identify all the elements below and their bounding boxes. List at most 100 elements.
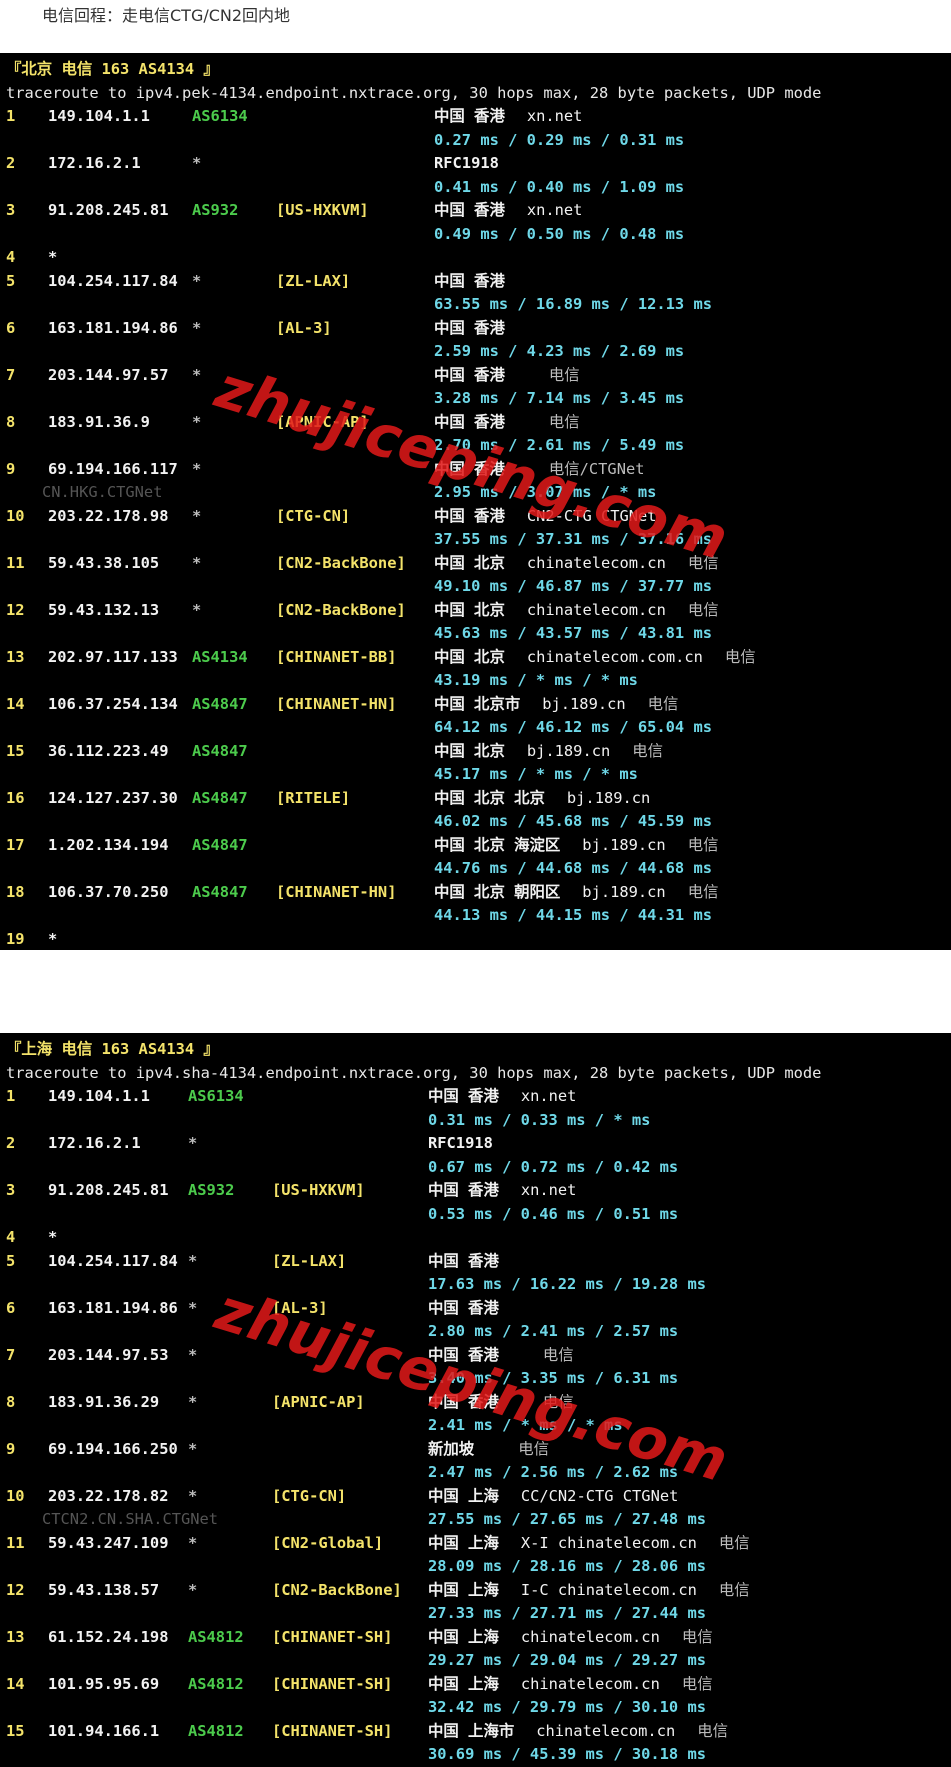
hop-asn: AS4847 bbox=[192, 694, 248, 713]
hop-isp: 电信 bbox=[687, 600, 719, 619]
hop-number: 7 bbox=[6, 1345, 16, 1364]
hop-row: 13 61.152.24.198 AS4812 [CHINANET-SH] 中国 上海 c… bbox=[6, 1626, 951, 1650]
hop-rtt: 30.69 ms / 45.39 ms / 30.18 ms bbox=[428, 1745, 706, 1763]
hop-rtt-row: 3.40 ms / 3.35 ms / 6.31 ms bbox=[6, 1367, 951, 1391]
hop-number: 2 bbox=[6, 154, 16, 172]
hop-asn: AS4847 bbox=[192, 835, 248, 854]
hop-asn: AS6134 bbox=[192, 107, 248, 125]
hop-network-tag: [CTG-CN] bbox=[276, 506, 351, 525]
hop-asn: * bbox=[188, 1392, 198, 1411]
hop-location: 中国 北京 北京 bj.189.cn bbox=[434, 787, 672, 811]
hop-ip: * bbox=[48, 929, 58, 948]
hop-network-tag: [CN2-BackBone] bbox=[272, 1580, 402, 1599]
hop-rtt-row: 27.33 ms / 27.71 ms / 27.44 ms bbox=[6, 1602, 951, 1626]
hop-host: CC/CN2-CTG CTGNet bbox=[520, 1486, 679, 1505]
hop-network-tag: [ZL-LAX] bbox=[276, 271, 351, 290]
hop-number: 12 bbox=[6, 1580, 25, 1599]
hop-geo: 中国 香港 bbox=[428, 1087, 499, 1105]
hop-network-tag: [AL-3] bbox=[272, 1298, 328, 1317]
hop-host: bj.189.cn bbox=[582, 882, 666, 901]
hop-location: 中国 香港 bbox=[434, 270, 549, 294]
hop-network-tag: [CHINANET-SH] bbox=[272, 1674, 393, 1693]
hop-asn: * bbox=[188, 1251, 198, 1270]
hop-location: 中国 北京 bj.189.cn 电信 bbox=[434, 740, 663, 764]
hop-isp: 电信 bbox=[687, 882, 719, 901]
hop-location: 中国 北京 chinatelecom.cn 电信 bbox=[434, 599, 719, 623]
hop-ip: 69.194.166.117 bbox=[48, 459, 178, 478]
hop-rtt: 3.40 ms / 3.35 ms / 6.31 ms bbox=[428, 1369, 679, 1387]
hop-rtt: 3.28 ms / 7.14 ms / 3.45 ms bbox=[434, 389, 685, 407]
hop-geo: 中国 北京市 bbox=[434, 694, 521, 713]
hop-number: 9 bbox=[6, 1439, 16, 1458]
hop-rtt: 2.59 ms / 4.23 ms / 2.69 ms bbox=[434, 342, 685, 360]
hop-geo: 中国 香港 bbox=[434, 506, 505, 525]
hop-network-tag: [APNIC-AP] bbox=[272, 1392, 365, 1411]
hop-asn: * bbox=[192, 600, 202, 619]
hop-number: 7 bbox=[6, 365, 16, 384]
hop-host: X-I chinatelecom.cn bbox=[520, 1533, 697, 1552]
hop-number: 4 bbox=[6, 248, 16, 266]
hop-geo: 中国 上海市 bbox=[428, 1721, 515, 1740]
hop-isp: 电信 bbox=[718, 1533, 750, 1552]
hop-location: 中国 香港 电信 bbox=[434, 364, 580, 388]
hop-geo: 中国 香港 bbox=[434, 412, 505, 431]
hop-location: 中国 上海 X-I chinatelecom.cn 电信 bbox=[428, 1532, 750, 1556]
hop-network-tag: [RITELE] bbox=[276, 788, 351, 807]
hop-row: 6 163.181.194.86 * [AL-3] 中国 香港 bbox=[6, 1297, 951, 1321]
hop-rtt-row: 64.12 ms / 46.12 ms / 65.04 ms bbox=[6, 716, 951, 740]
hop-geo: 中国 上海 bbox=[428, 1533, 499, 1552]
hop-geo: 中国 北京 bbox=[434, 553, 505, 572]
hop-number: 16 bbox=[6, 788, 25, 807]
hop-row: 6 163.181.194.86 * [AL-3] 中国 香港 bbox=[6, 317, 951, 341]
hop-network-tag: [CN2-BackBone] bbox=[276, 553, 406, 572]
hop-asn: * bbox=[188, 1533, 198, 1552]
hop-number: 11 bbox=[6, 1533, 25, 1552]
hop-row: 4 * bbox=[6, 1226, 951, 1250]
hop-asn: AS4812 bbox=[188, 1721, 244, 1740]
hop-asn: AS4847 bbox=[192, 882, 248, 901]
hop-number: 10 bbox=[6, 1486, 25, 1505]
hop-rtt-row: 29.27 ms / 29.04 ms / 29.27 ms bbox=[6, 1649, 951, 1673]
hop-rtt: 49.10 ms / 46.87 ms / 37.77 ms bbox=[434, 577, 712, 595]
hop-rtt-row: 44.13 ms / 44.15 ms / 44.31 ms bbox=[6, 904, 951, 928]
hop-rtt: 0.31 ms / 0.33 ms / * ms bbox=[428, 1110, 651, 1129]
hop-rtt-row: 0.31 ms / 0.33 ms / * ms bbox=[6, 1109, 951, 1133]
hop-ptr-name: CTCN2.CN.SHA.CTGNet bbox=[42, 1510, 219, 1528]
hop-asn: AS4847 bbox=[192, 788, 248, 807]
hop-network-tag: [AL-3] bbox=[276, 318, 332, 337]
trace-header: 『北京 电信 163 AS4134 』 bbox=[6, 60, 219, 78]
hop-host: bj.189.cn bbox=[526, 741, 611, 760]
hop-geo: 新加坡 bbox=[428, 1439, 475, 1458]
hop-asn: * bbox=[188, 1486, 198, 1505]
hop-asn: AS932 bbox=[192, 201, 239, 219]
hop-number: 10 bbox=[6, 506, 25, 525]
hop-isp: 电信/CTGNet bbox=[548, 459, 645, 478]
hop-rtt: 29.27 ms / 29.04 ms / 29.27 ms bbox=[428, 1651, 706, 1669]
hop-geo: RFC1918 bbox=[434, 154, 499, 172]
hop-rtt-row: 0.67 ms / 0.72 ms / 0.42 ms bbox=[6, 1156, 951, 1180]
hop-ip: 124.127.237.30 bbox=[48, 788, 178, 807]
hop-host: chinatelecom.cn bbox=[520, 1627, 660, 1646]
traceroute-terminal-beijing: 『北京 电信 163 AS4134 』 traceroute to ipv4.p… bbox=[0, 53, 951, 950]
hop-ip: * bbox=[48, 1228, 58, 1246]
hop-asn: AS4847 bbox=[192, 741, 248, 760]
hop-host: chinatelecom.com.cn bbox=[526, 647, 703, 666]
hop-row: 5 104.254.117.84 * [ZL-LAX] 中国 香港 bbox=[6, 270, 951, 294]
hop-location: 中国 北京市 bj.189.cn 电信 bbox=[434, 693, 678, 717]
hop-geo: 中国 香港 bbox=[428, 1251, 499, 1270]
hop-location: 中国 香港 xn.net bbox=[434, 105, 604, 129]
hop-rtt: 2.41 ms / * ms / * ms bbox=[428, 1416, 623, 1434]
hop-isp: 电信 bbox=[724, 647, 756, 666]
hop-number: 14 bbox=[6, 694, 25, 713]
hop-location: 中国 香港 CN2-CTG CTGNet bbox=[434, 505, 679, 529]
hop-rtt: 2.80 ms / 2.41 ms / 2.57 ms bbox=[428, 1322, 679, 1340]
hop-host: xn.net bbox=[520, 1181, 577, 1199]
hop-geo: 中国 北京 朝阳区 bbox=[434, 882, 561, 901]
terminal-output: 『上海 电信 163 AS4134 』 traceroute to ipv4.s… bbox=[0, 1033, 951, 1767]
hop-rtt: 0.67 ms / 0.72 ms / 0.42 ms bbox=[428, 1157, 679, 1176]
hop-location: 中国 上海 CC/CN2-CTG CTGNet bbox=[428, 1485, 700, 1509]
hop-host: bj.189.cn bbox=[542, 694, 626, 713]
hop-location: 中国 香港 xn.net bbox=[428, 1179, 598, 1203]
hop-rtt-row: 32.42 ms / 29.79 ms / 30.10 ms bbox=[6, 1696, 951, 1720]
hop-network-tag: [ZL-LAX] bbox=[272, 1251, 347, 1270]
